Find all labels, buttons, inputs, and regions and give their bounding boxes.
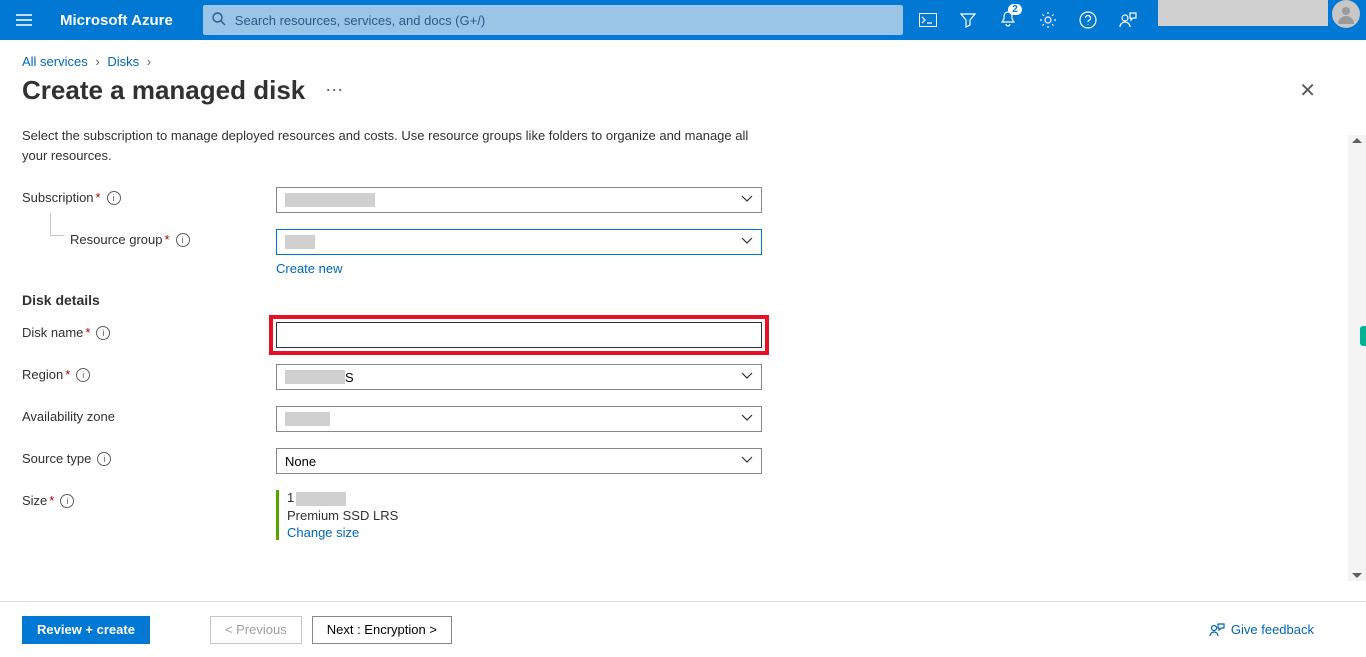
side-tab[interactable]	[1360, 326, 1366, 346]
field-disk-name: Disk name* i	[22, 322, 1344, 348]
info-icon[interactable]: i	[97, 452, 111, 466]
give-feedback-link[interactable]: Give feedback	[1209, 622, 1314, 638]
field-size: Size* i 1 Premium SSD LRS Change size	[22, 490, 1344, 540]
field-resource-group: Resource group* i Create new	[22, 229, 1344, 276]
account-placeholder[interactable]	[1158, 0, 1328, 26]
section-disk-details: Disk details	[22, 292, 1344, 308]
change-size-link[interactable]: Change size	[287, 525, 762, 540]
cloud-shell-icon	[919, 13, 937, 27]
source-type-label: Source type i	[22, 448, 276, 466]
field-subscription: Subscription* i	[22, 187, 1344, 213]
chevron-right-icon: ›	[91, 54, 103, 69]
search-icon	[211, 11, 227, 27]
review-create-button[interactable]: Review + create	[22, 616, 150, 644]
filter-icon	[960, 12, 976, 28]
page-title: Create a managed disk	[22, 75, 305, 106]
next-button[interactable]: Next : Encryption >	[312, 616, 452, 644]
resource-group-value-redacted	[285, 235, 315, 249]
required-asterisk: *	[165, 232, 170, 247]
chevron-down-icon	[741, 235, 753, 247]
disk-name-highlight	[269, 315, 769, 355]
subscription-label: Subscription* i	[22, 187, 276, 205]
global-search	[203, 5, 903, 35]
scrollbar[interactable]	[1348, 135, 1366, 581]
chevron-down-icon	[741, 370, 753, 382]
help-button[interactable]	[1068, 0, 1108, 40]
brand-label: Microsoft Azure	[48, 12, 185, 29]
directory-filter-button[interactable]	[948, 0, 988, 40]
chevron-right-icon: ›	[143, 54, 155, 69]
availability-zone-label: Availability zone	[22, 406, 276, 424]
wizard-footer: Review + create < Previous Next : Encryp…	[0, 601, 1366, 657]
info-icon[interactable]: i	[96, 326, 110, 340]
feedback-top-button[interactable]	[1108, 0, 1148, 40]
size-line-2: Premium SSD LRS	[287, 508, 762, 523]
subscription-select[interactable]	[276, 187, 762, 213]
settings-button[interactable]	[1028, 0, 1068, 40]
region-value-redacted	[285, 370, 345, 384]
region-select[interactable]: S	[276, 364, 762, 390]
avatar[interactable]	[1332, 0, 1360, 28]
person-feedback-icon	[1119, 11, 1137, 29]
breadcrumb-item-disks[interactable]: Disks	[107, 54, 139, 69]
close-button[interactable]: ✕	[1299, 78, 1316, 103]
breadcrumb: All services › Disks ›	[0, 40, 1366, 69]
search-input[interactable]	[203, 5, 903, 35]
subscription-value-redacted	[285, 193, 375, 207]
info-icon[interactable]: i	[76, 368, 90, 382]
create-new-link[interactable]: Create new	[276, 261, 762, 276]
form-content: Select the subscription to manage deploy…	[0, 120, 1366, 620]
chevron-down-icon	[741, 412, 753, 424]
person-feedback-icon	[1209, 622, 1225, 638]
notifications-button[interactable]: 2	[988, 0, 1028, 40]
cloud-shell-button[interactable]	[908, 0, 948, 40]
field-source-type: Source type i None	[22, 448, 1344, 474]
size-line-1: 1	[287, 490, 762, 506]
disk-name-input[interactable]	[276, 322, 762, 348]
chevron-down-icon	[741, 454, 753, 466]
resource-group-label: Resource group* i	[70, 229, 276, 247]
info-icon[interactable]: i	[107, 191, 121, 205]
source-type-select[interactable]: None	[276, 448, 762, 474]
top-icons: 2	[908, 0, 1366, 40]
field-availability-zone: Availability zone	[22, 406, 1344, 432]
scroll-down-icon	[1352, 573, 1362, 578]
required-asterisk: *	[96, 190, 101, 205]
required-asterisk: *	[49, 493, 54, 508]
availability-zone-select[interactable]	[276, 406, 762, 432]
size-info: 1 Premium SSD LRS Change size	[276, 490, 762, 540]
chevron-down-icon	[741, 193, 753, 205]
hamburger-menu-button[interactable]	[0, 0, 48, 40]
region-label: Region* i	[22, 364, 276, 382]
info-icon[interactable]: i	[176, 233, 190, 247]
previous-button[interactable]: < Previous	[210, 616, 302, 644]
required-asterisk: *	[65, 367, 70, 382]
info-icon[interactable]: i	[60, 494, 74, 508]
scroll-up-icon	[1352, 138, 1362, 143]
help-icon	[1079, 11, 1097, 29]
top-bar: Microsoft Azure 2	[0, 0, 1366, 40]
availability-zone-value-redacted	[285, 412, 330, 426]
breadcrumb-item-all-services[interactable]: All services	[22, 54, 88, 69]
page-header: Create a managed disk ⋯ ✕	[0, 69, 1366, 120]
more-actions-button[interactable]: ⋯	[325, 80, 343, 101]
gear-icon	[1039, 11, 1057, 29]
hamburger-icon	[16, 14, 32, 26]
size-label: Size* i	[22, 490, 276, 508]
resource-group-select[interactable]	[276, 229, 762, 255]
disk-name-label: Disk name* i	[22, 322, 276, 340]
notification-badge: 2	[1008, 4, 1022, 15]
required-asterisk: *	[85, 325, 90, 340]
user-icon	[1336, 4, 1356, 24]
intro-text: Select the subscription to manage deploy…	[22, 126, 762, 165]
field-region: Region* i S	[22, 364, 1344, 390]
